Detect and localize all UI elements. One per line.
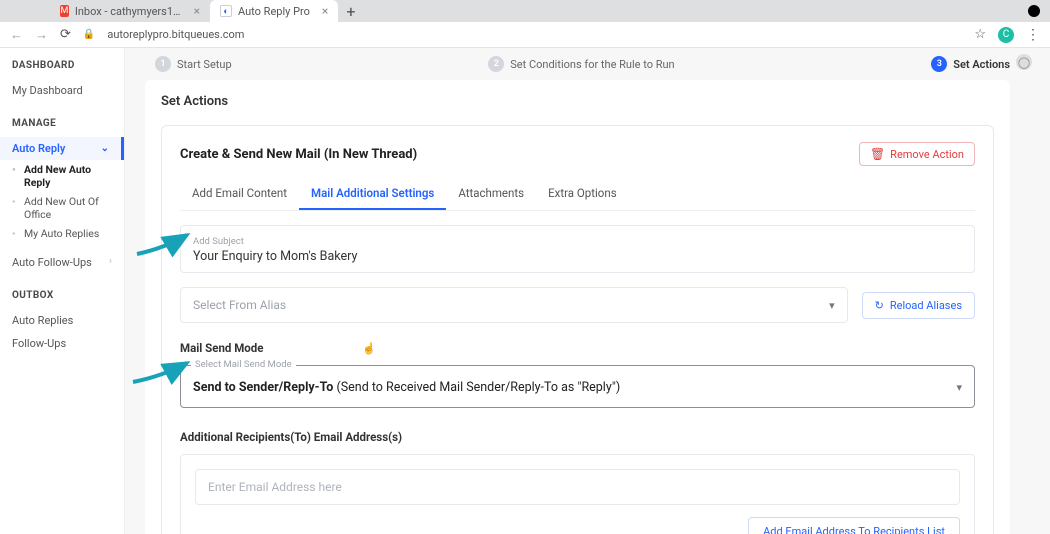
card-title: Create & Send New Mail (In New Thread) — [180, 147, 417, 162]
app-favicon-icon: ◐ — [220, 5, 232, 17]
mode-rest: (Send to Received Mail Sender/Reply-To a… — [333, 380, 620, 395]
additional-recipients-box: Add Email Address To Recipients List — [180, 454, 975, 534]
mail-send-mode-label: Select Mail Send Mode — [191, 359, 296, 370]
reload-icon[interactable]: ⟳ — [60, 27, 71, 42]
subject-input[interactable] — [193, 249, 962, 264]
sidebar-item-label: Auto Follow-Ups — [12, 256, 92, 269]
sidebar-item-outbox-auto[interactable]: Auto Replies — [0, 309, 124, 332]
url-text[interactable]: autoreplypro.bitqueues.com — [107, 28, 962, 41]
card-tabs: Add Email Content Mail Additional Settin… — [180, 178, 975, 211]
tab-mail-settings[interactable]: Mail Additional Settings — [299, 178, 446, 210]
remove-action-label: Remove Action — [890, 148, 964, 161]
step-label: Set Conditions for the Rule to Run — [510, 58, 674, 71]
bookmark-icon[interactable]: ☆ — [974, 27, 986, 42]
new-tab-button[interactable]: + — [346, 2, 355, 21]
app-user-avatar-icon[interactable]: ◯ — [1016, 54, 1032, 70]
remove-action-button[interactable]: 🗑 Remove Action — [859, 142, 975, 166]
content-panel: Set Actions Create & Send New Mail (In N… — [145, 80, 1010, 534]
chevron-down-icon: ▾ — [956, 381, 962, 394]
sidebar-item-outbox-follow[interactable]: Follow-Ups — [0, 332, 124, 355]
sidebar-heading-outbox: OUTBOX — [0, 290, 124, 301]
sidebar-sub-out-of-office[interactable]: Add New Out Of Office — [0, 192, 124, 224]
wizard-stepper: 1Start Setup 2Set Conditions for the Rul… — [125, 48, 1050, 80]
lock-icon: 🔒 — [83, 29, 95, 40]
step-conditions[interactable]: 2Set Conditions for the Rule to Run — [488, 56, 674, 72]
close-tab-icon[interactable]: × — [194, 4, 200, 18]
chevron-down-icon: ▾ — [829, 299, 835, 312]
back-icon[interactable]: ← — [10, 27, 23, 43]
alias-placeholder: Select From Alias — [193, 298, 286, 312]
tab-attachments[interactable]: Attachments — [446, 178, 536, 210]
reload-icon: ↻ — [875, 299, 884, 312]
tab-gmail[interactable]: M Inbox - cathymyers166@gmai × — [50, 0, 210, 22]
alias-select[interactable]: Select From Alias ▾ — [180, 287, 848, 323]
tab-extra-options[interactable]: Extra Options — [536, 178, 629, 210]
sidebar-sub-my-replies[interactable]: My Auto Replies — [0, 224, 124, 243]
browser-account-icon[interactable] — [1028, 5, 1040, 17]
subject-field-wrap[interactable]: Add Subject — [180, 225, 975, 273]
browser-menu-icon[interactable]: ⋮ — [1026, 27, 1040, 43]
tab-gmail-title: Inbox - cathymyers166@gmai — [75, 5, 182, 18]
step-actions[interactable]: 3Set Actions — [931, 56, 1010, 72]
mode-bold: Send to Sender/Reply-To — [193, 380, 333, 395]
reload-aliases-button[interactable]: ↻ Reload Aliases — [862, 292, 975, 319]
main-content: ◯ 1Start Setup 2Set Conditions for the R… — [125, 48, 1050, 534]
tab-email-content[interactable]: Add Email Content — [180, 178, 299, 210]
recipient-email-input[interactable] — [195, 469, 960, 505]
step-start[interactable]: 1Start Setup — [155, 56, 232, 72]
reload-aliases-label: Reload Aliases — [890, 299, 962, 312]
sidebar-item-followups[interactable]: Auto Follow-Ups › — [0, 251, 124, 274]
chevron-down-icon: ⌄ — [101, 143, 109, 154]
mail-send-mode-heading: Mail Send Mode — [180, 341, 975, 355]
close-tab-icon[interactable]: × — [322, 4, 328, 18]
section-title: Set Actions — [145, 80, 1010, 115]
sidebar-item-auto-reply[interactable]: Auto Reply ⌄ — [0, 137, 124, 160]
mail-send-mode-value: Send to Sender/Reply-To (Send to Receive… — [193, 380, 620, 395]
tab-strip: M Inbox - cathymyers166@gmai × ◐ Auto Re… — [0, 0, 1050, 22]
subject-label: Add Subject — [193, 236, 962, 247]
sidebar: DASHBOARD My Dashboard MANAGE Auto Reply… — [0, 48, 125, 534]
step-label: Set Actions — [953, 58, 1010, 71]
sidebar-sub-add-rule[interactable]: Add New Auto Reply — [0, 160, 124, 192]
gmail-favicon-icon: M — [60, 5, 69, 17]
step-label: Start Setup — [177, 58, 232, 71]
additional-recipients-heading: Additional Recipients(To) Email Address(… — [180, 430, 975, 444]
mail-send-mode-select[interactable]: Select Mail Send Mode Send to Sender/Rep… — [180, 365, 975, 408]
sidebar-heading-manage: MANAGE — [0, 118, 124, 129]
tab-app-title: Auto Reply Pro — [238, 5, 310, 18]
profile-avatar[interactable]: C — [998, 27, 1014, 43]
app-frame: DASHBOARD My Dashboard MANAGE Auto Reply… — [0, 48, 1050, 534]
sidebar-item-label: Auto Reply — [12, 142, 65, 155]
forward-icon[interactable]: → — [35, 27, 48, 43]
tab-autoreplypro[interactable]: ◐ Auto Reply Pro × — [210, 0, 338, 22]
url-bar: ← → ⟳ 🔒 autoreplypro.bitqueues.com ☆ C ⋮ — [0, 22, 1050, 48]
add-recipient-button[interactable]: Add Email Address To Recipients List — [748, 517, 960, 534]
action-card: Create & Send New Mail (In New Thread) 🗑… — [161, 125, 994, 534]
chevron-right-icon: › — [109, 256, 112, 267]
sidebar-heading-dashboard: DASHBOARD — [0, 60, 124, 71]
sidebar-item-dashboard[interactable]: My Dashboard — [0, 79, 124, 102]
trash-icon: 🗑 — [870, 147, 885, 161]
